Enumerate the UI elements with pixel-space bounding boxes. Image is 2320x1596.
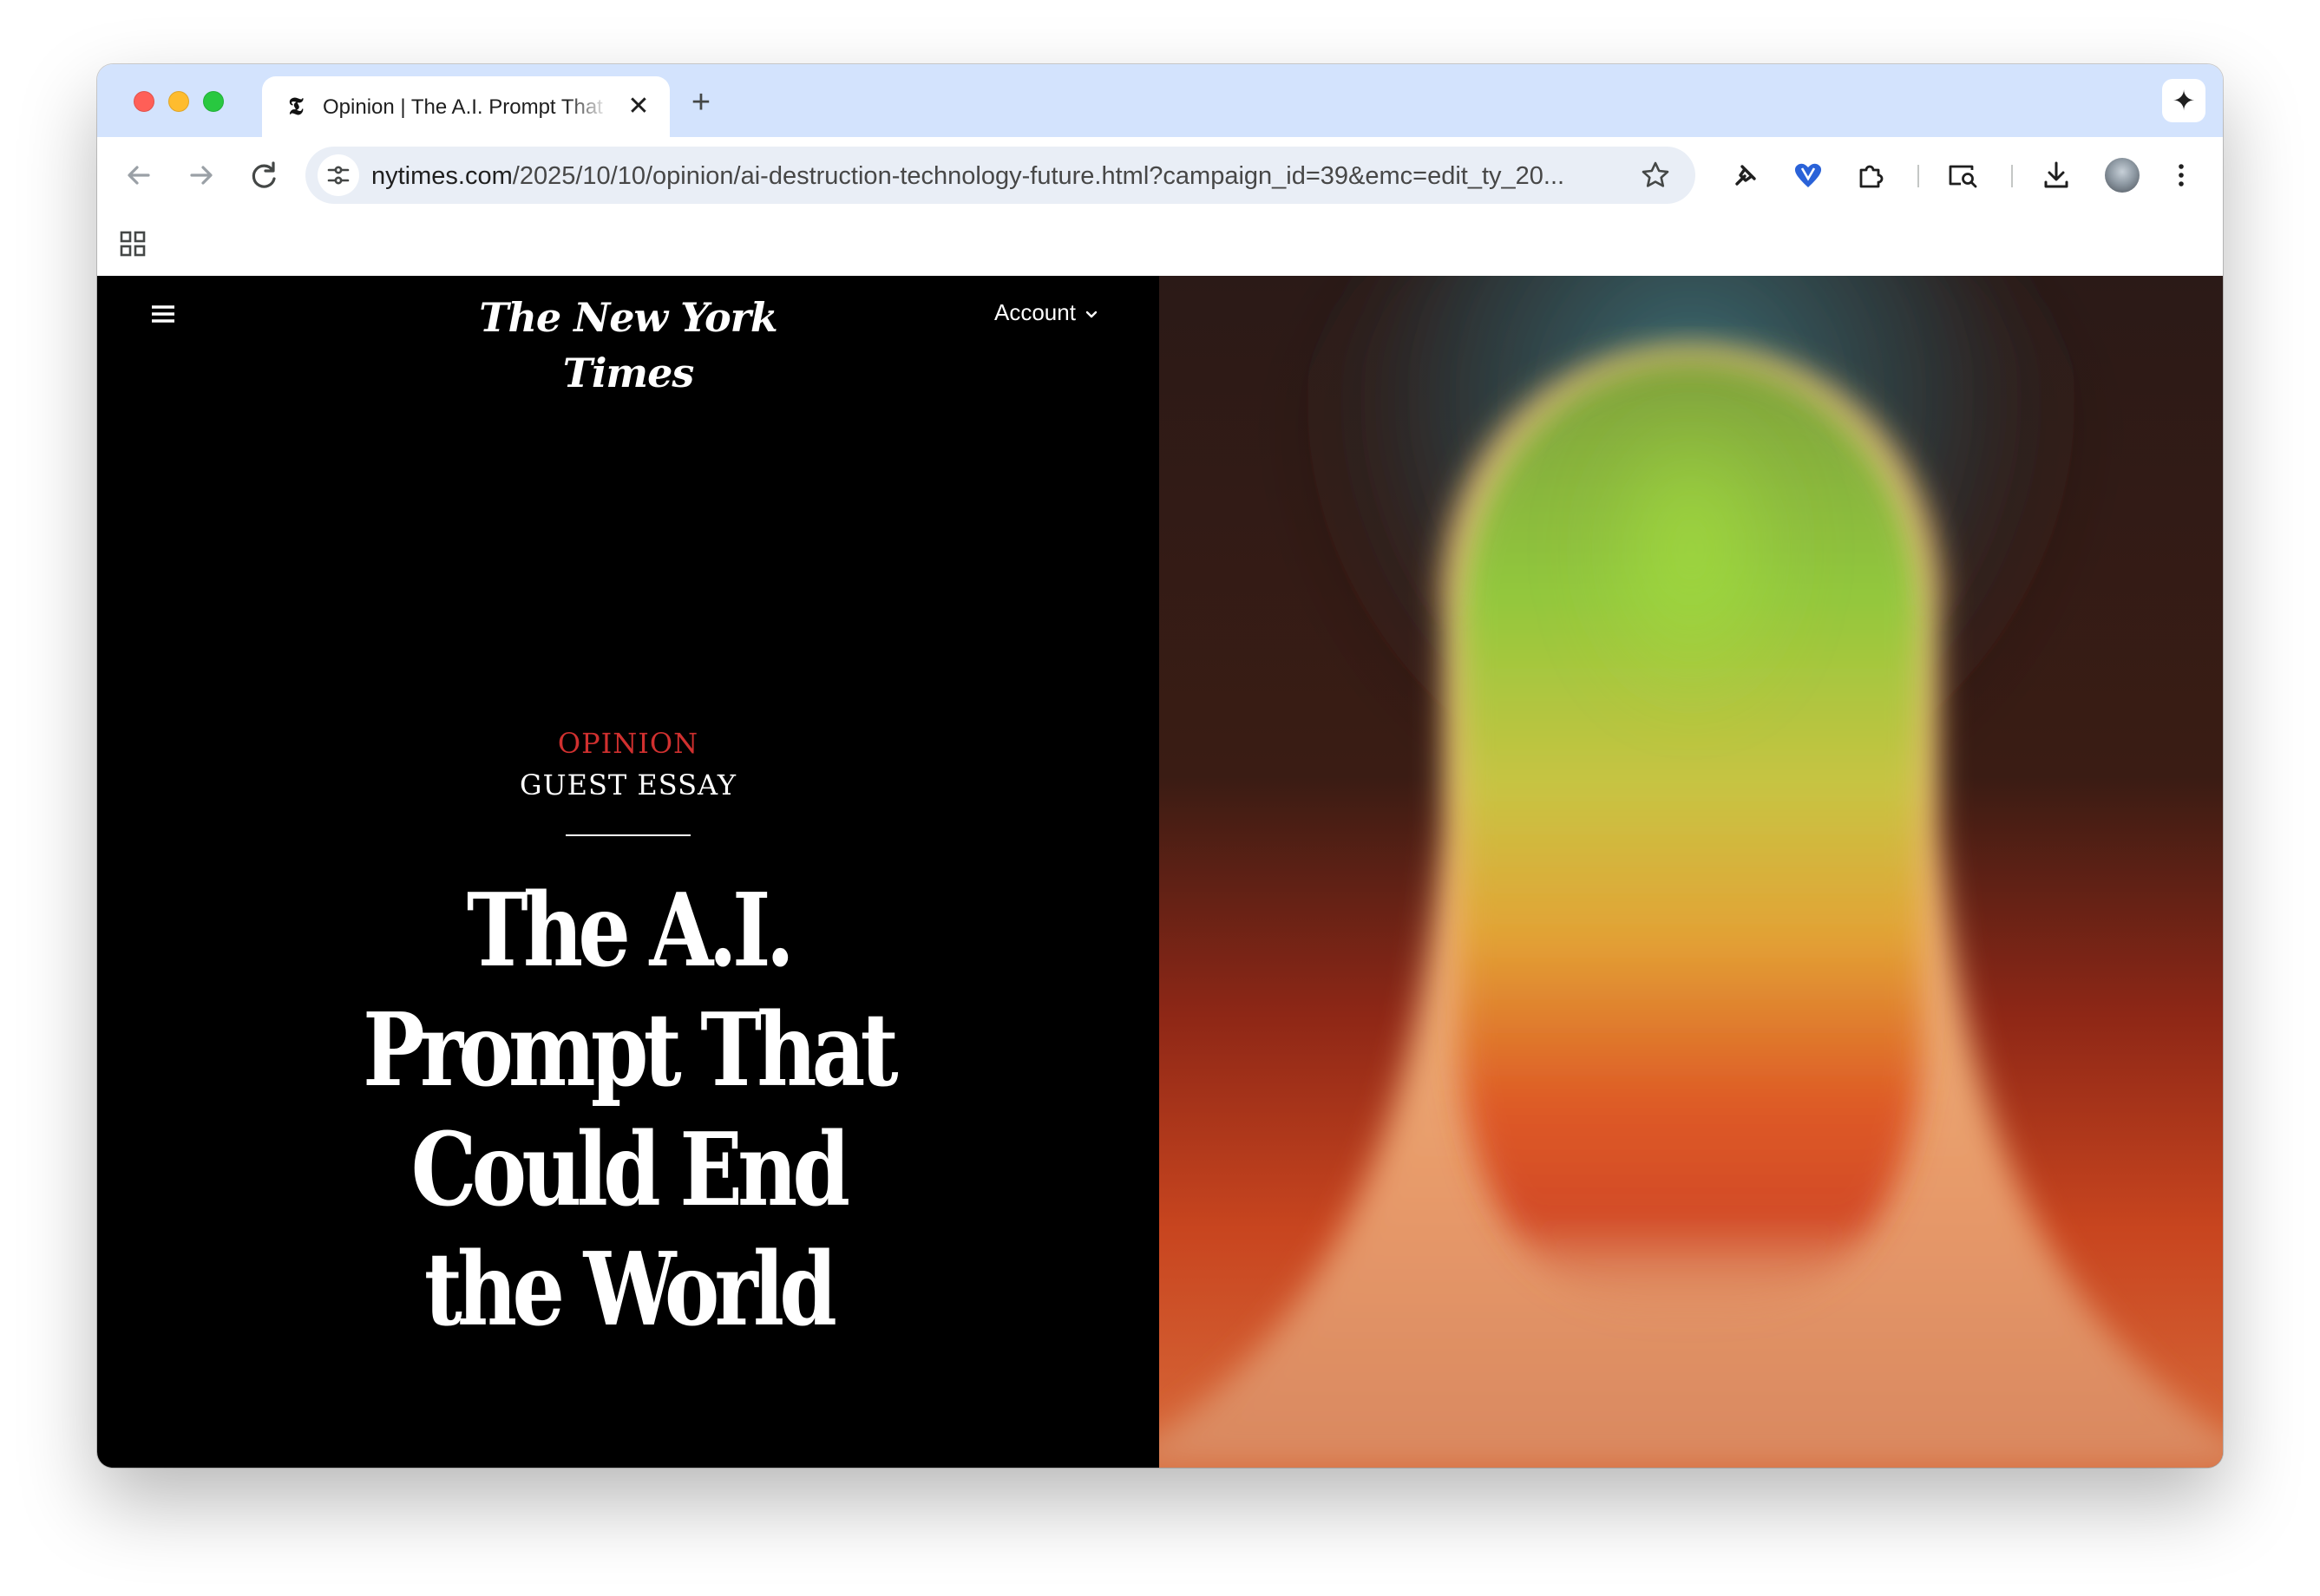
url-text[interactable]: nytimes.com/2025/10/10/opinion/ai-destru… xyxy=(371,161,1603,191)
chevron-down-icon xyxy=(1083,305,1100,323)
url-path: /2025/10/10/opinion/ai-destruction-techn… xyxy=(512,162,1565,190)
toolbar-separator xyxy=(1917,165,1919,187)
profile-avatar[interactable] xyxy=(2105,158,2140,193)
active-tab[interactable]: 𝕿 Opinion | The A.I. Prompt That Could E… xyxy=(262,76,670,137)
nyt-favicon-icon: 𝕿 xyxy=(288,92,304,121)
article-headline: The A.I. Prompt That Could End the World xyxy=(363,872,898,1349)
article-header-panel: The New York Times Account OPINION GUEST… xyxy=(97,276,1159,1468)
tab-strip: 𝕿 Opinion | The A.I. Prompt That Could E… xyxy=(97,64,2223,137)
browser-window: 𝕿 Opinion | The A.I. Prompt That Could E… xyxy=(97,64,2223,1468)
close-tab-icon[interactable]: ✕ xyxy=(625,93,652,121)
account-label: Account xyxy=(994,299,1076,325)
reload-icon[interactable] xyxy=(245,156,283,194)
tune-icon[interactable] xyxy=(318,154,359,196)
bookmarks-bar xyxy=(97,213,2223,276)
section-kicker[interactable]: OPINION xyxy=(97,727,1159,760)
new-tab-button[interactable]: + xyxy=(684,85,718,120)
search-tab-icon[interactable] xyxy=(1945,158,1980,193)
minimize-window-button[interactable] xyxy=(168,91,189,112)
toolbar-separator xyxy=(2011,165,2013,187)
abstract-gradient-art xyxy=(1159,276,2223,1468)
account-menu-button[interactable]: Account xyxy=(994,295,1100,330)
star-icon[interactable] xyxy=(1640,160,1671,191)
hamburger-menu-icon[interactable] xyxy=(147,298,179,330)
download-icon[interactable] xyxy=(2039,158,2074,193)
page-content: The New York Times Account OPINION GUEST… xyxy=(97,276,2223,1468)
forward-arrow-icon[interactable] xyxy=(182,156,220,194)
back-arrow-icon[interactable] xyxy=(120,156,158,194)
browser-toolbar: nytimes.com/2025/10/10/opinion/ai-destru… xyxy=(97,137,2223,213)
hero-illustration xyxy=(1159,276,2223,1468)
header-divider xyxy=(566,834,691,836)
tab-title: Opinion | The A.I. Prompt That Could End… xyxy=(323,95,609,119)
heart-shield-extension-icon[interactable] xyxy=(1791,158,1825,193)
pin-extension-icon[interactable] xyxy=(1728,158,1763,193)
article-type-label: GUEST ESSAY xyxy=(520,769,737,801)
puzzle-icon[interactable] xyxy=(1853,158,1888,193)
apps-grid-icon[interactable] xyxy=(118,229,147,258)
nyt-logo[interactable]: The New York Times xyxy=(411,290,845,396)
kebab-menu-icon[interactable] xyxy=(2164,158,2199,193)
gemini-sparkle-icon[interactable]: ✦ xyxy=(2162,79,2205,122)
url-host: nytimes.com xyxy=(371,162,513,190)
close-window-button[interactable] xyxy=(134,91,154,112)
zoom-window-button[interactable] xyxy=(203,91,224,112)
address-bar[interactable]: nytimes.com/2025/10/10/opinion/ai-destru… xyxy=(305,147,1695,204)
